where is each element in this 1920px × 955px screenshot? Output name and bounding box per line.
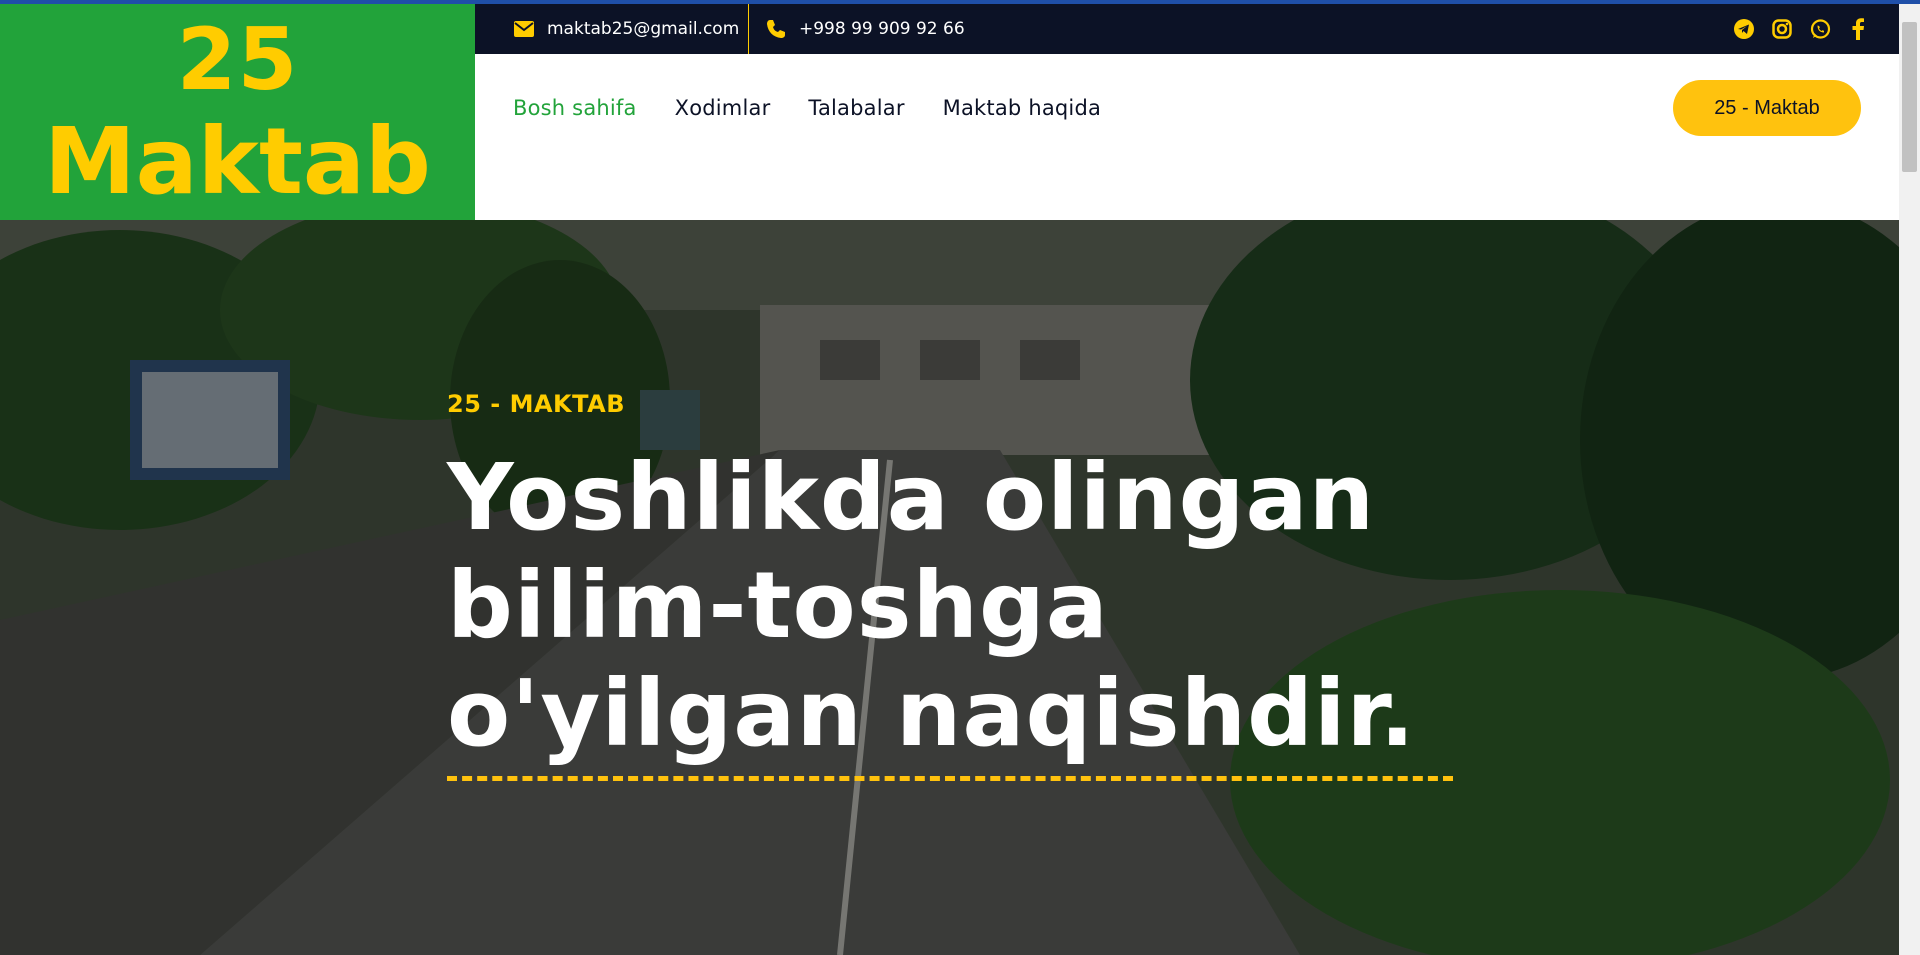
- page-scrollbar[interactable]: [1899, 4, 1920, 955]
- logo-number: 25: [176, 10, 299, 110]
- email-text: maktab25@gmail.com: [547, 19, 740, 39]
- instagram-icon[interactable]: [1771, 18, 1793, 40]
- hero-title-line: bilim-toshga: [447, 552, 1109, 659]
- hero-content: 25 - MAKTAB Yoshlikda olingan bilim-tosh…: [447, 390, 1547, 781]
- phone-text: +998 99 909 92 66: [799, 19, 965, 39]
- top-contact-bar: maktab25@gmail.com +998 99 909 92 66: [475, 4, 1899, 54]
- envelope-icon: [513, 18, 535, 40]
- facebook-icon[interactable]: [1847, 18, 1869, 40]
- hero-title-line: o'yilgan naqishdir.: [447, 660, 1416, 767]
- hero-kicker: 25 - MAKTAB: [447, 390, 625, 418]
- site-logo[interactable]: 25 Maktab: [0, 4, 475, 220]
- hero-dashed-underline: [447, 776, 1453, 781]
- phone-link[interactable]: +998 99 909 92 66: [765, 4, 965, 54]
- nav-item-students[interactable]: Talabalar: [808, 96, 904, 120]
- telegram-icon[interactable]: [1733, 18, 1755, 40]
- social-links: [1733, 4, 1869, 54]
- topbar-divider: [748, 4, 749, 54]
- school-cta-button[interactable]: 25 - Maktab: [1673, 80, 1861, 136]
- logo-word: Maktab: [44, 108, 431, 215]
- phone-icon: [765, 18, 787, 40]
- nav-item-home[interactable]: Bosh sahifa: [513, 96, 637, 120]
- nav-links: Bosh sahifa Xodimlar Talabalar Maktab ha…: [513, 54, 1101, 162]
- hero-title: Yoshlikda olingan bilim-toshga o'yilgan …: [447, 444, 1547, 768]
- email-link[interactable]: maktab25@gmail.com: [513, 4, 739, 54]
- nav-item-about[interactable]: Maktab haqida: [943, 96, 1101, 120]
- scrollbar-thumb[interactable]: [1902, 22, 1917, 172]
- main-navbar: Bosh sahifa Xodimlar Talabalar Maktab ha…: [475, 54, 1899, 220]
- nav-item-staff[interactable]: Xodimlar: [675, 96, 771, 120]
- hero-section: 25 - MAKTAB Yoshlikda olingan bilim-tosh…: [0, 220, 1899, 955]
- hero-title-line: Yoshlikda olingan: [447, 444, 1376, 551]
- whatsapp-icon[interactable]: [1809, 18, 1831, 40]
